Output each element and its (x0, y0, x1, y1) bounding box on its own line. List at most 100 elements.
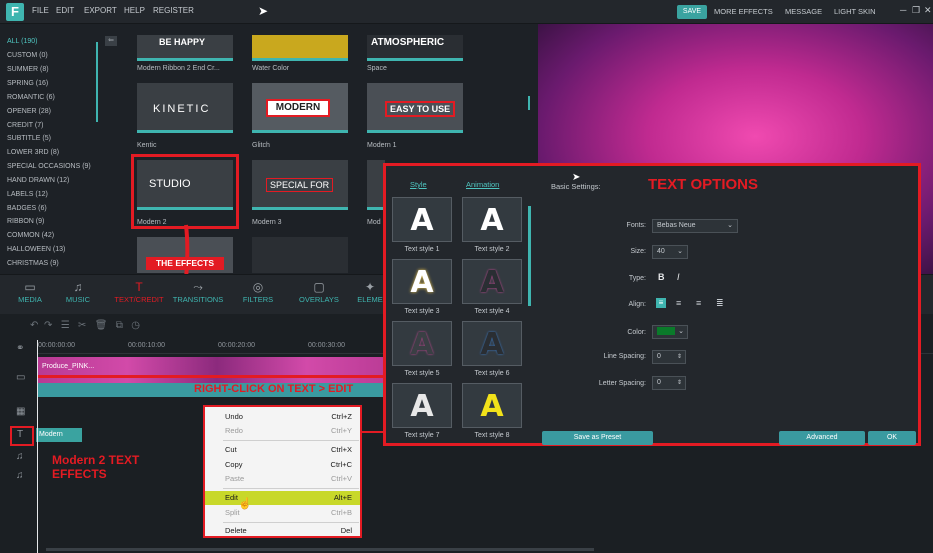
video-track-icon: ▭ (16, 372, 26, 383)
tab-transitions[interactable]: ⤳ TRANSITIONS (170, 280, 226, 304)
crop-icon[interactable]: ⧉ (116, 320, 123, 331)
styles-scrollbar[interactable] (528, 206, 531, 306)
save-button[interactable]: SAVE (677, 5, 707, 19)
message-link[interactable]: MESSAGE (785, 7, 822, 16)
minimize-icon[interactable]: ─ (900, 5, 906, 15)
letter-spacing-input[interactable]: 0 ⇕ (652, 376, 686, 390)
style-label: Text style 1 (404, 246, 440, 253)
settings-icon[interactable]: ☰ (61, 320, 70, 331)
style-label: Text style 3 (404, 308, 440, 315)
ctx-paste[interactable]: Paste Ctrl+V (205, 472, 360, 486)
ctx-undo[interactable]: Undo Ctrl+Z (205, 410, 360, 424)
category-item[interactable]: SUMMER (8) (7, 66, 49, 73)
more-effects-link[interactable]: MORE EFFECTS (714, 7, 773, 16)
save-preset-button[interactable]: Save as Preset (542, 431, 653, 445)
font-select[interactable]: Bebas Neue ⌄ (652, 219, 738, 233)
sidebar-scrollbar[interactable] (96, 42, 98, 122)
ctx-copy[interactable]: Copy Ctrl+C (205, 458, 360, 472)
category-item[interactable]: BADGES (6) (7, 205, 47, 212)
cut-icon[interactable]: ✂ (78, 320, 86, 331)
delete-icon[interactable]: 🗑 (95, 320, 108, 331)
close-icon[interactable]: ✕ (924, 5, 932, 16)
tab-music[interactable]: ♫ MUSIC (58, 280, 98, 304)
playhead[interactable] (37, 340, 38, 553)
tab-filters[interactable]: ◎ FILTERS (238, 280, 278, 304)
thumb-label: Modern 3 (252, 219, 282, 226)
ctx-edit[interactable]: Edit Alt+E (205, 491, 360, 505)
tab-text-credit[interactable]: T TEXT/CREDIT (112, 280, 166, 304)
thumb-glitch[interactable]: MODERN (252, 83, 348, 133)
menu-help[interactable]: HELP (124, 6, 145, 15)
tab-style[interactable]: Style (410, 180, 427, 189)
size-select[interactable]: 40 ⌄ (652, 245, 688, 259)
category-item[interactable]: LABELS (12) (7, 191, 48, 198)
grid-scrollbar[interactable] (528, 96, 530, 110)
text-style-8[interactable]: A (462, 383, 522, 428)
category-item[interactable]: CHRISTMAS (9) (7, 260, 59, 267)
thumb-water-color[interactable] (252, 35, 348, 61)
ctx-split[interactable]: Split Ctrl+B (205, 506, 360, 520)
text-style-6[interactable]: A (462, 321, 522, 366)
chevron-down-icon: ⌄ (678, 328, 684, 335)
undo-icon[interactable]: ↶ (30, 320, 38, 331)
line-spacing-input[interactable]: 0 ⇕ (652, 350, 686, 364)
horizontal-scrollbar[interactable] (46, 548, 594, 551)
category-item[interactable]: CREDIT (7) (7, 122, 43, 129)
menu-register[interactable]: REGISTER (153, 6, 194, 15)
category-item[interactable]: HALLOWEEN (13) (7, 246, 65, 253)
maximize-icon[interactable]: ❐ (912, 5, 920, 16)
category-item[interactable]: CUSTOM (0) (7, 52, 48, 59)
text-style-2[interactable]: A (462, 197, 522, 242)
category-item[interactable]: SPECIAL OCCASIONS (9) (7, 163, 91, 170)
category-item[interactable]: ROMANTIC (6) (7, 94, 55, 101)
thumb-modern-3[interactable]: SPECIAL FOR (252, 160, 348, 210)
separator (223, 522, 359, 523)
menu-export[interactable]: EXPORT (84, 6, 117, 15)
category-item[interactable]: RIBBON (9) (7, 218, 44, 225)
ctx-cut[interactable]: Cut Ctrl+X (205, 443, 360, 457)
align-right-icon[interactable]: ≡ (696, 298, 701, 308)
thumb-row4[interactable] (252, 237, 348, 273)
thumb-modern-1[interactable]: EASY TO USE (367, 83, 463, 133)
tab-elements[interactable]: ✦ ELEME (354, 280, 386, 304)
link-icon[interactable]: ⚭ (16, 343, 24, 354)
tab-overlays[interactable]: ▢ OVERLAYS (294, 280, 344, 304)
text-style-5[interactable]: A (392, 321, 452, 366)
category-item[interactable]: OPENER (28) (7, 108, 51, 115)
ctx-redo[interactable]: Redo Ctrl+Y (205, 424, 360, 438)
basic-settings-label: Basic Settings: (551, 182, 601, 191)
redo-icon[interactable]: ↷ (44, 320, 52, 331)
menu-file[interactable]: FILE (32, 6, 49, 15)
clock-icon[interactable]: ◷ (131, 320, 140, 331)
thumb-space[interactable]: ATMOSPHERIC (367, 35, 463, 61)
text-style-7[interactable]: A (392, 383, 452, 428)
ok-button[interactable]: OK (868, 431, 916, 445)
category-all[interactable]: ALL (190) (7, 38, 37, 45)
text-clip[interactable]: Modern (36, 428, 82, 442)
color-picker[interactable]: ⌄ (652, 325, 688, 339)
text-style-1[interactable]: A (392, 197, 452, 242)
tab-media[interactable]: ▭ MEDIA (10, 280, 50, 304)
tab-animation[interactable]: Animation (466, 180, 499, 189)
align-center-icon[interactable]: ≡ (676, 298, 681, 308)
collapse-arrow-icon[interactable]: ⇐ (105, 36, 117, 46)
category-item[interactable]: SPRING (16) (7, 80, 48, 87)
ctx-delete[interactable]: Delete Del (205, 524, 360, 538)
category-item[interactable]: LOWER 3RD (8) (7, 149, 59, 156)
thumb-modern-ribbon[interactable]: BE HAPPY (137, 35, 233, 61)
context-menu: Undo Ctrl+Z Redo Ctrl+Y Cut Ctrl+X Copy Ctrl… (203, 405, 362, 538)
text-style-3[interactable]: A (392, 259, 452, 304)
text-style-4[interactable]: A (462, 259, 522, 304)
italic-button[interactable]: I (677, 272, 680, 282)
bold-button[interactable]: B (658, 272, 665, 282)
category-item[interactable]: COMMON (42) (7, 232, 54, 239)
separator (223, 440, 359, 441)
light-skin-link[interactable]: LIGHT SKIN (834, 7, 876, 16)
category-item[interactable]: HAND DRAWN (12) (7, 177, 69, 184)
menu-edit[interactable]: EDIT (56, 6, 74, 15)
align-justify-icon[interactable]: ≣ (716, 298, 724, 309)
thumb-kinetic[interactable]: KINETIC (137, 83, 233, 133)
category-item[interactable]: SUBTITLE (5) (7, 135, 51, 142)
advanced-button[interactable]: Advanced (779, 431, 865, 445)
align-left-icon[interactable]: ≡ (656, 298, 666, 308)
